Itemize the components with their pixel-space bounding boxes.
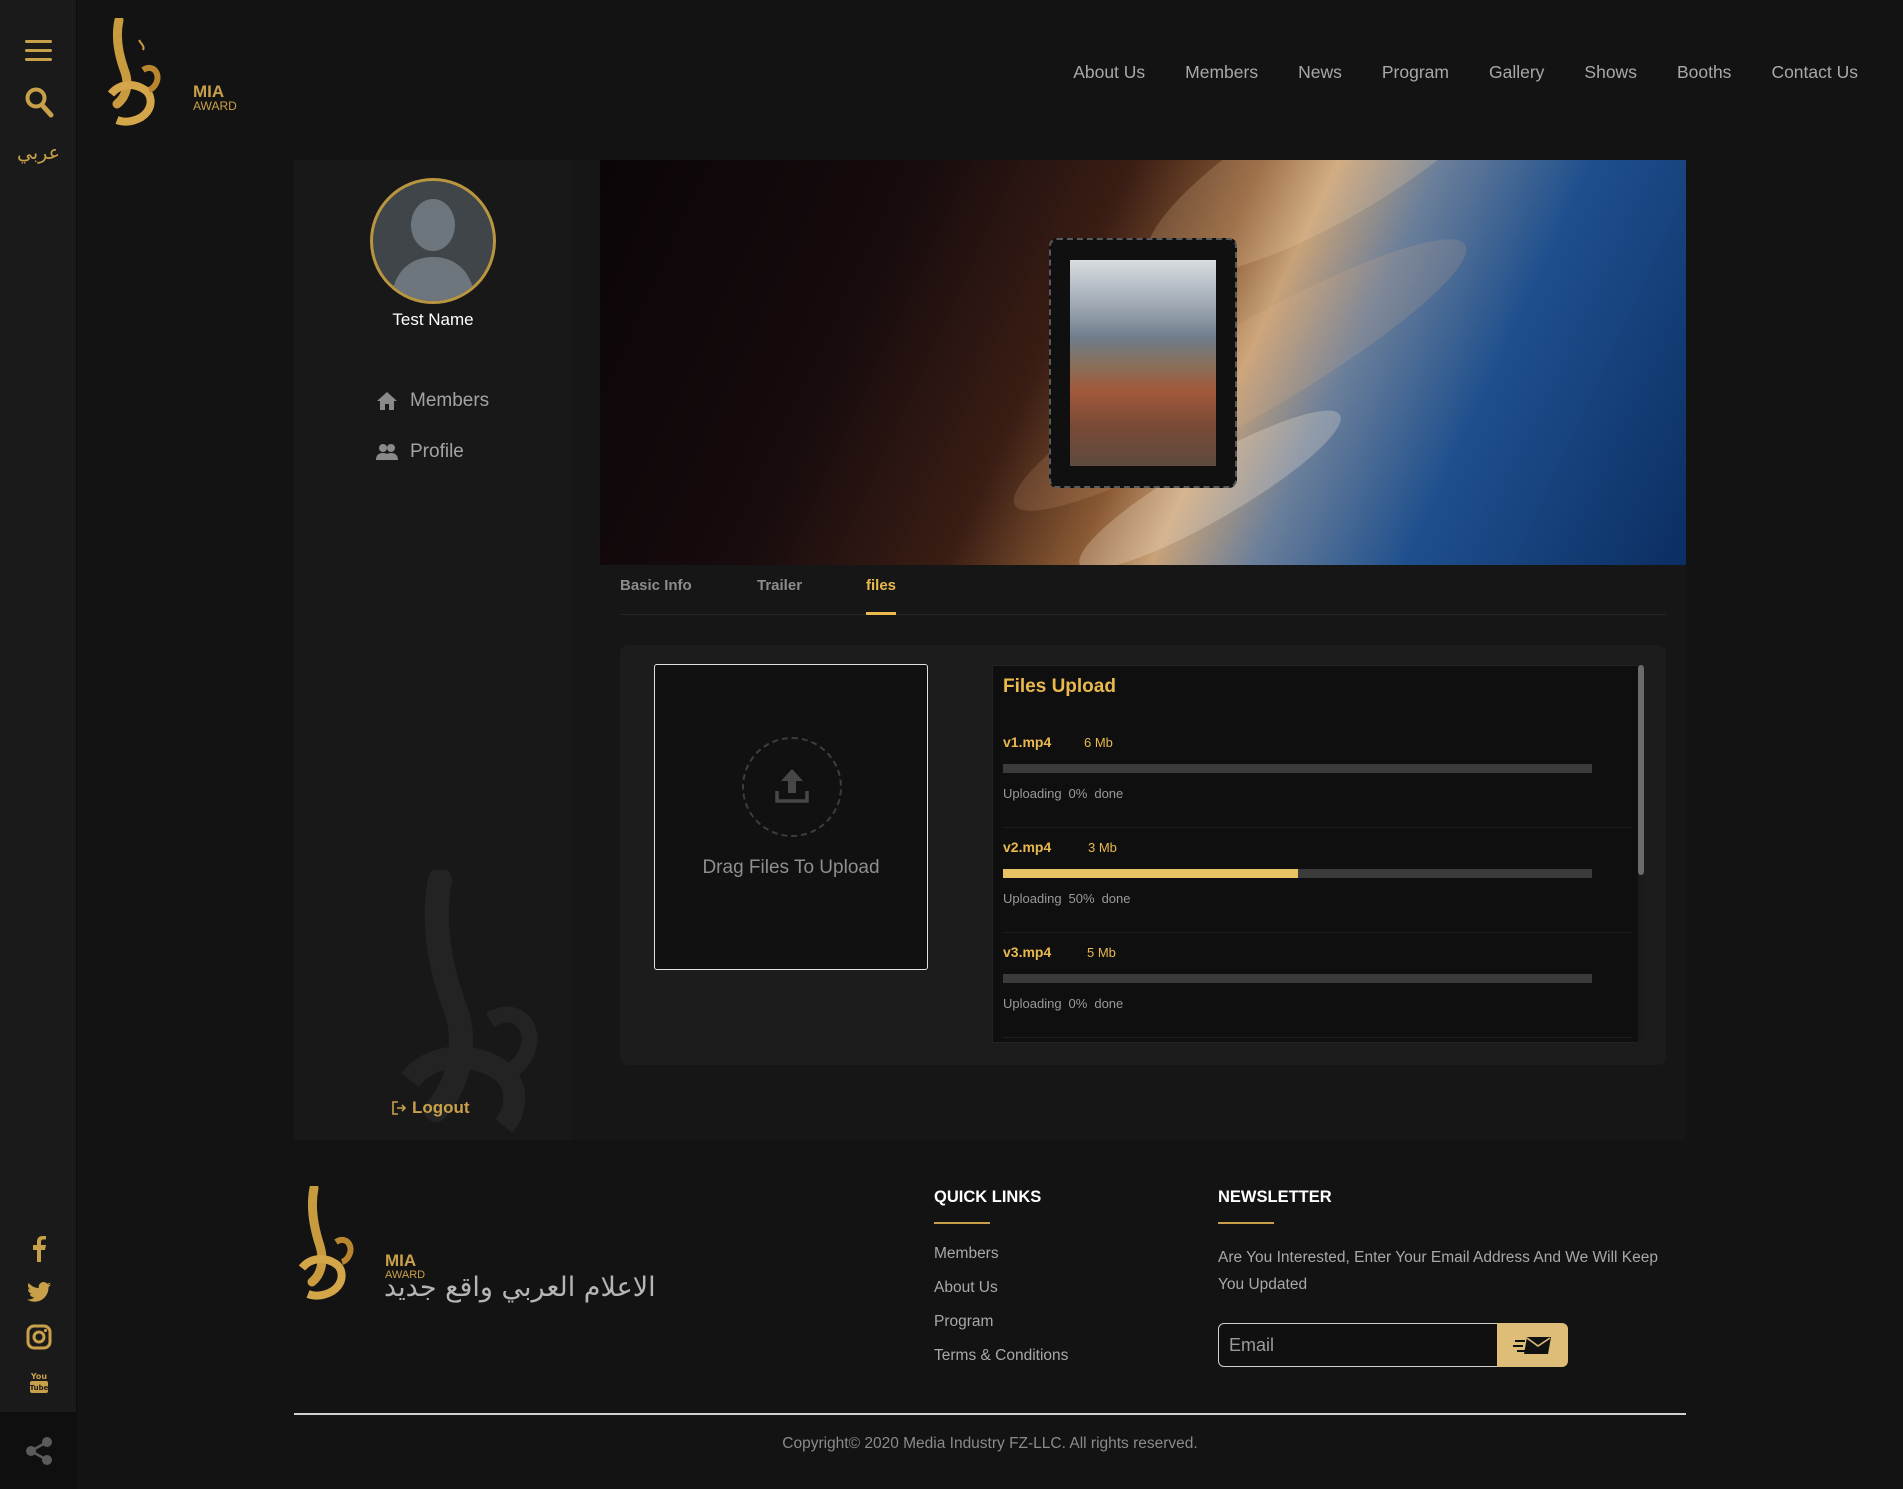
file-name: v1.mp4 bbox=[1003, 734, 1052, 750]
youtube-icon[interactable]: You Tube bbox=[0, 1370, 77, 1394]
copyright: Copyright© 2020 Media Industry FZ-LLC. A… bbox=[782, 1435, 1198, 1452]
footer-link-about-us[interactable]: About Us bbox=[934, 1279, 998, 1297]
list-item: v3.mp4 5 Mb Uploading 0% done bbox=[1003, 934, 1631, 1038]
nav-about-us[interactable]: About Us bbox=[1073, 62, 1145, 83]
status-done: done bbox=[1101, 891, 1131, 906]
footer-link-program[interactable]: Program bbox=[934, 1313, 993, 1331]
file-size: 3 Mb bbox=[1088, 840, 1117, 855]
status-percent: 50% bbox=[1068, 891, 1095, 906]
quick-links-title: QUICK LINKS bbox=[934, 1188, 1042, 1224]
footer-slogan: الاعلام العربي واقع جديد bbox=[384, 1272, 656, 1303]
status-text: Uploading bbox=[1003, 786, 1062, 801]
status-percent: 0% bbox=[1068, 786, 1088, 801]
tab-files[interactable]: files bbox=[866, 577, 897, 615]
nav-gallery[interactable]: Gallery bbox=[1489, 62, 1544, 83]
profile-tabs: Basic Info Trailer files bbox=[620, 565, 1666, 615]
footer-link-terms[interactable]: Terms & Conditions bbox=[934, 1347, 1068, 1365]
footer-divider bbox=[294, 1413, 1686, 1415]
instagram-icon[interactable] bbox=[0, 1324, 77, 1350]
svg-text:You: You bbox=[29, 1372, 47, 1381]
file-status: Uploading 0% done bbox=[1003, 996, 1123, 1011]
file-dropzone[interactable]: Drag Files To Upload bbox=[654, 664, 928, 970]
status-text: Uploading bbox=[1003, 891, 1062, 906]
logout-icon bbox=[392, 1101, 406, 1115]
svg-text:AWARD: AWARD bbox=[193, 99, 237, 113]
newsletter-title: NEWSLETTER bbox=[1218, 1188, 1332, 1224]
scrollbar-thumb[interactable] bbox=[1638, 665, 1644, 875]
status-percent: 0% bbox=[1068, 996, 1088, 1011]
file-status: Uploading 0% done bbox=[1003, 786, 1123, 801]
send-mail-icon bbox=[1512, 1337, 1551, 1354]
files-scrollbar[interactable] bbox=[1638, 665, 1644, 1043]
progress-bar bbox=[1003, 974, 1592, 983]
file-name: v3.mp4 bbox=[1003, 944, 1052, 960]
logout-label: Logout bbox=[412, 1098, 470, 1117]
dropzone-label: Drag Files To Upload bbox=[702, 857, 880, 878]
users-icon bbox=[376, 444, 398, 460]
tab-trailer[interactable]: Trailer bbox=[757, 577, 802, 594]
subscribe-button[interactable] bbox=[1497, 1323, 1568, 1367]
home-icon bbox=[377, 392, 397, 410]
nav-shows[interactable]: Shows bbox=[1584, 62, 1637, 83]
upload-icon bbox=[775, 769, 809, 803]
file-size: 5 Mb bbox=[1087, 945, 1116, 960]
nav-booths[interactable]: Booths bbox=[1677, 62, 1731, 83]
sidebar-item-profile[interactable]: Profile bbox=[376, 441, 464, 463]
user-name: Test Name bbox=[392, 310, 474, 329]
calligraphy-logo-icon: MIA AWARD bbox=[107, 15, 237, 126]
logout-button[interactable]: Logout bbox=[392, 1098, 470, 1118]
upload-circle bbox=[742, 737, 842, 837]
progress-fill bbox=[1003, 869, 1298, 878]
progress-bar bbox=[1003, 764, 1592, 773]
twitter-icon[interactable] bbox=[0, 1282, 77, 1302]
status-text: Uploading bbox=[1003, 996, 1062, 1011]
progress-bar bbox=[1003, 869, 1592, 878]
language-toggle[interactable]: عربي bbox=[0, 142, 77, 164]
svg-text:Tube: Tube bbox=[29, 1384, 48, 1392]
nav-news[interactable]: News bbox=[1298, 62, 1342, 83]
sidebar-item-label: Profile bbox=[410, 441, 464, 462]
file-status: Uploading 50% done bbox=[1003, 891, 1131, 906]
nav-program[interactable]: Program bbox=[1382, 62, 1449, 83]
share-button[interactable] bbox=[0, 1412, 77, 1489]
user-silhouette-icon bbox=[391, 199, 475, 301]
nav-contact-us[interactable]: Contact Us bbox=[1771, 62, 1858, 83]
list-item: v2.mp4 3 Mb Uploading 50% done bbox=[1003, 829, 1631, 933]
site-logo[interactable]: MIA AWARD bbox=[103, 15, 253, 130]
sidebar-item-label: Members bbox=[410, 390, 490, 411]
facebook-icon[interactable] bbox=[0, 1236, 77, 1262]
sidebar-item-members[interactable]: Members bbox=[376, 390, 489, 412]
newsletter-text: Are You Interested, Enter Your Email Add… bbox=[1218, 1249, 1659, 1293]
search-icon[interactable] bbox=[24, 86, 54, 118]
file-name: v2.mp4 bbox=[1003, 839, 1052, 855]
list-item: v1.mp4 6 Mb Uploading 0% done bbox=[1003, 724, 1631, 828]
status-done: done bbox=[1094, 786, 1124, 801]
avatar[interactable] bbox=[370, 178, 496, 304]
side-rail: عربي You Tube bbox=[0, 0, 77, 1489]
hamburger-icon[interactable] bbox=[25, 40, 52, 62]
footer-link-members[interactable]: Members bbox=[934, 1245, 999, 1263]
status-done: done bbox=[1094, 996, 1124, 1011]
email-field[interactable]: Email bbox=[1218, 1323, 1498, 1367]
files-upload-list: Files Upload v1.mp4 6 Mb Uploading 0% do… bbox=[992, 665, 1644, 1043]
file-size: 6 Mb bbox=[1084, 735, 1113, 750]
share-icon bbox=[25, 1436, 52, 1465]
nav-members[interactable]: Members bbox=[1185, 62, 1258, 83]
files-upload-title: Files Upload bbox=[1003, 676, 1116, 697]
main-nav: About Us Members News Program Gallery Sh… bbox=[1073, 62, 1858, 83]
poster-image bbox=[1070, 260, 1216, 466]
footer-logo-icon bbox=[298, 1186, 354, 1300]
tab-basic-info[interactable]: Basic Info bbox=[620, 577, 692, 594]
